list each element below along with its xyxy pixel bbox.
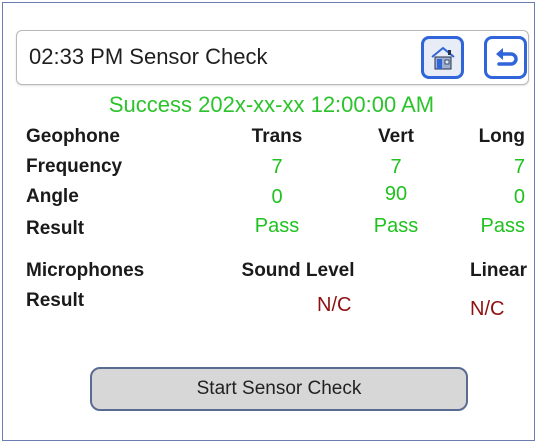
col-linear: Linear xyxy=(469,260,527,281)
back-button[interactable] xyxy=(484,36,527,79)
frequency-label: Frequency xyxy=(26,156,123,177)
angle-label: Angle xyxy=(26,186,79,207)
result-label: Result xyxy=(26,218,85,239)
col-sound-level: Sound Level xyxy=(241,260,355,281)
microphones-label: Microphones xyxy=(26,260,145,281)
geophone-label: Geophone xyxy=(26,126,120,147)
angle-long: 0 xyxy=(513,186,525,208)
result-long: Pass xyxy=(480,215,525,237)
header-bar: 02:33 PM Sensor Check xyxy=(16,30,529,85)
back-arrow-icon xyxy=(495,47,518,66)
result-trans: Pass xyxy=(254,215,300,237)
home-button[interactable] xyxy=(421,36,464,79)
result-linear: N/C xyxy=(470,298,505,320)
col-long: Long xyxy=(478,126,525,147)
frequency-long: 7 xyxy=(513,156,525,178)
start-sensor-check-button[interactable]: Start Sensor Check xyxy=(90,367,468,411)
status-message: Success 202x-xx-xx 12:00:00 AM xyxy=(108,92,435,117)
angle-trans: 0 xyxy=(271,186,283,208)
page-title: 02:33 PM Sensor Check xyxy=(29,44,268,69)
col-trans: Trans xyxy=(251,126,303,147)
result-sound-level: N/C xyxy=(317,294,352,316)
mic-result-label: Result xyxy=(26,290,85,311)
frequency-trans: 7 xyxy=(271,156,283,178)
home-icon xyxy=(430,46,455,69)
